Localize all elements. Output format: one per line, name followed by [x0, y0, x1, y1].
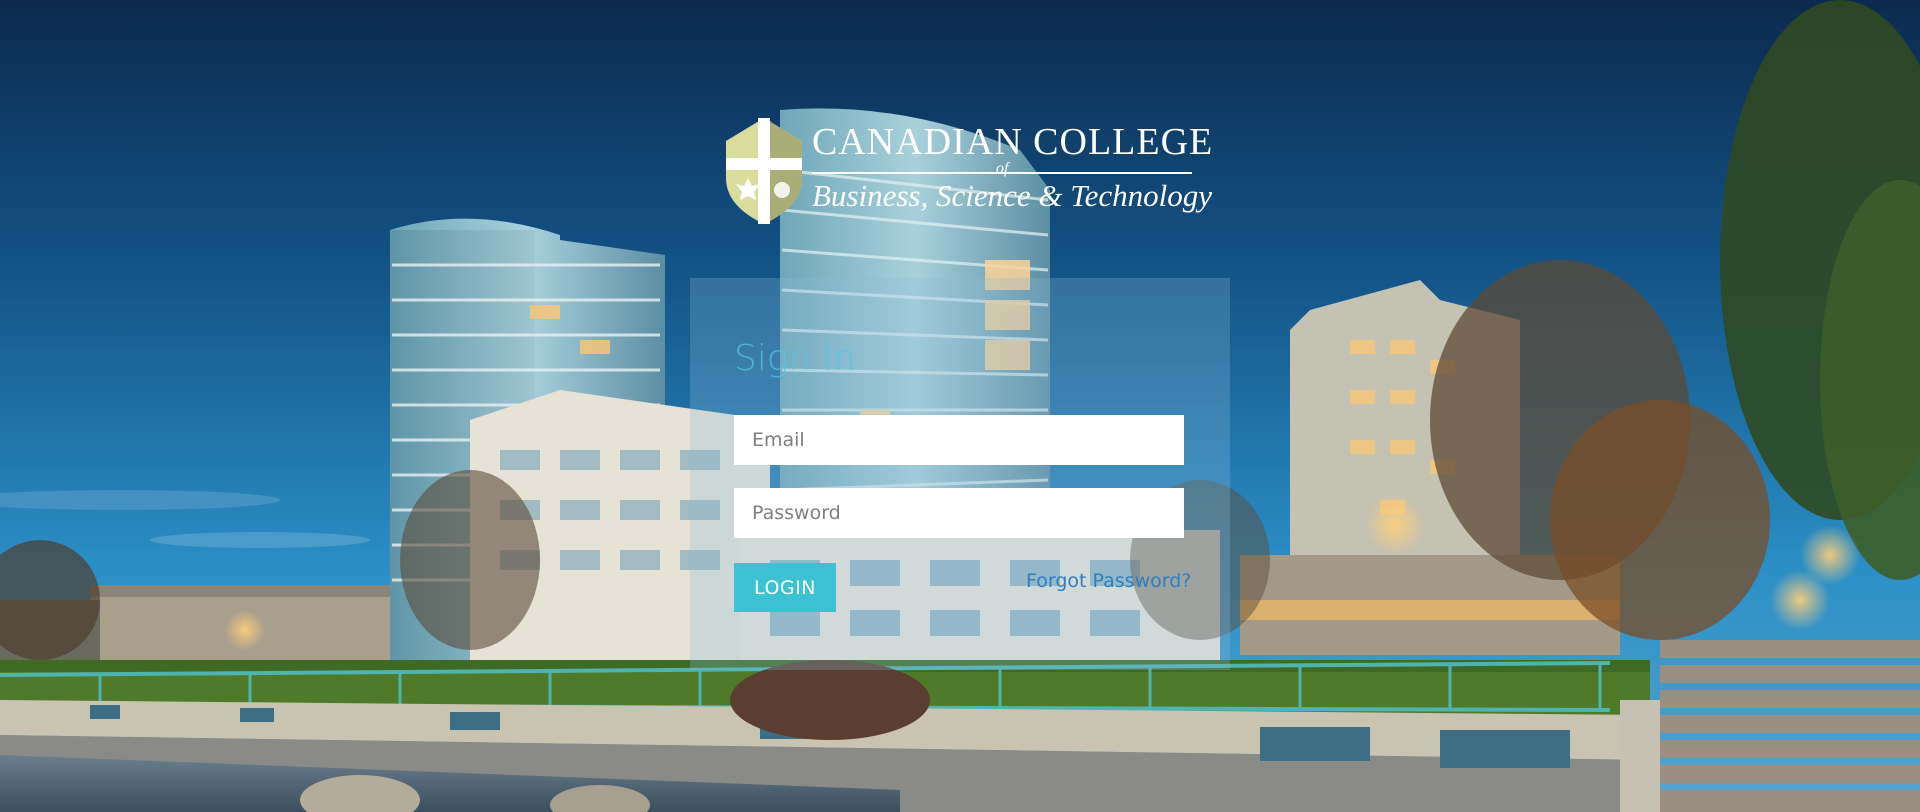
logo-of: of — [996, 160, 1009, 177]
login-page: CANADIAN COLLEGE of Business, Science & … — [0, 0, 1920, 812]
sign-in-heading: Sign In — [734, 338, 857, 379]
logo-title: CANADIAN COLLEGE — [812, 121, 1214, 163]
password-field[interactable] — [734, 488, 1184, 538]
forgot-password-link[interactable]: Forgot Password? — [1026, 570, 1191, 592]
college-shield-icon — [726, 118, 802, 224]
login-panel: Sign In LOGIN Forgot Password? — [690, 278, 1230, 670]
email-field[interactable] — [734, 415, 1184, 465]
logo-subtitle: Business, Science & Technology — [812, 178, 1213, 213]
login-button[interactable]: LOGIN — [734, 563, 836, 612]
college-logo: CANADIAN COLLEGE of Business, Science & … — [720, 112, 1212, 232]
